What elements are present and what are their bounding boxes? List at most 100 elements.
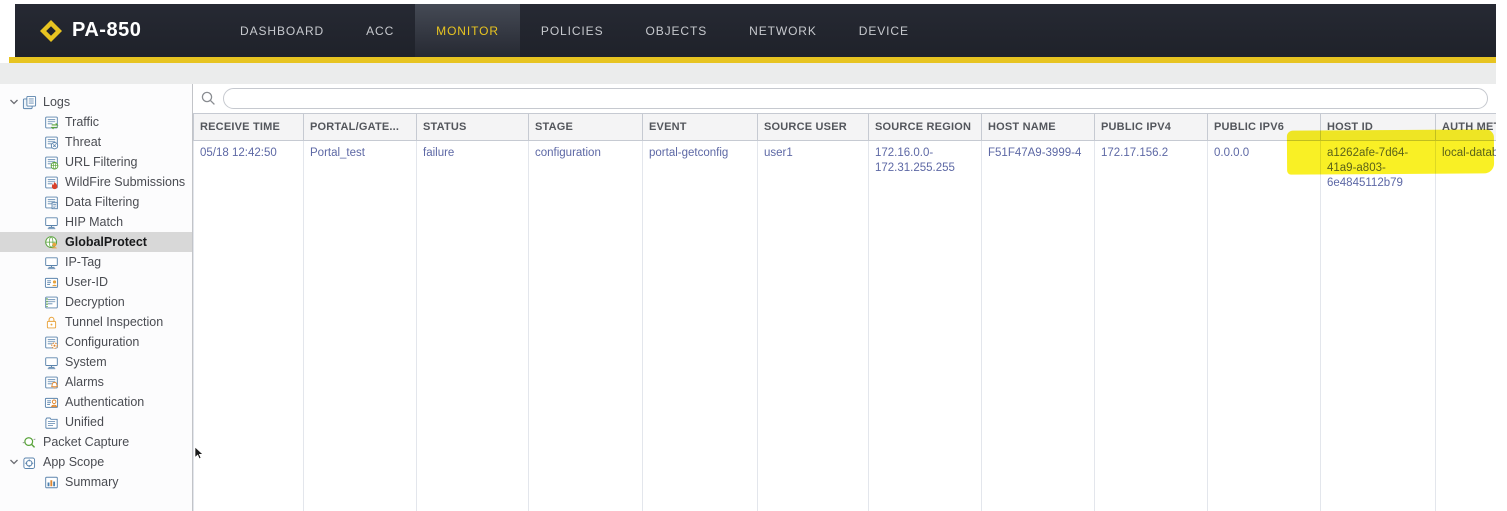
log-cell[interactable]: F51F47A9-3999-4 <box>982 141 1095 511</box>
sidebar-item-label: Threat <box>65 135 101 149</box>
log-cell[interactable]: portal-getconfig <box>643 141 758 511</box>
page: PA-850 DASHBOARDACCMONITORPOLICIESOBJECT… <box>0 0 1507 511</box>
configuration-icon <box>44 334 60 350</box>
column-header-source-region[interactable]: SOURCE REGION <box>869 114 982 141</box>
sidebar-item-tunnel-inspection[interactable]: Tunnel Inspection <box>0 312 192 332</box>
log-cell[interactable]: 0.0.0.0 <box>1208 141 1321 511</box>
sidebar-item-url-filtering[interactable]: URL Filtering <box>0 152 192 172</box>
url-filtering-icon <box>44 154 60 170</box>
sidebar-item-label: Logs <box>43 95 70 109</box>
column-header-status[interactable]: STATUS <box>417 114 529 141</box>
log-cell[interactable]: 172.17.156.2 <box>1095 141 1208 511</box>
content: Logs Traffic Threat URL Filtering WildFire S… <box>0 84 1496 511</box>
log-cell[interactable]: 172.16.0.0-172.31.255.255 <box>869 141 982 511</box>
logs-icon <box>22 94 38 110</box>
search-icon <box>200 90 217 107</box>
sidebar-item-label: HIP Match <box>65 215 123 229</box>
nav-item-network[interactable]: NETWORK <box>728 4 838 57</box>
sidebar-item-traffic[interactable]: Traffic <box>0 112 192 132</box>
log-cell[interactable]: local-database <box>1436 141 1497 511</box>
sidebar-item-configuration[interactable]: Configuration <box>0 332 192 352</box>
sidebar-item-packet-capture[interactable]: Packet Capture <box>0 432 192 452</box>
sidebar-item-label: Summary <box>65 475 118 489</box>
sidebar-item-label: Configuration <box>65 335 139 349</box>
chevron-down-icon[interactable] <box>6 457 22 467</box>
log-cell[interactable]: user1 <box>758 141 869 511</box>
log-table-body: 05/18 12:42:50Portal_testfailureconfigur… <box>194 141 1497 511</box>
alarms-icon <box>44 374 60 390</box>
sidebar-item-label: Tunnel Inspection <box>65 315 163 329</box>
sidebar-item-wildfire-submissions[interactable]: WildFire Submissions <box>0 172 192 192</box>
column-header-event[interactable]: EVENT <box>643 114 758 141</box>
nav-item-monitor[interactable]: MONITOR <box>415 4 520 57</box>
authentication-icon <box>44 394 60 410</box>
log-filter-input[interactable] <box>223 88 1488 109</box>
device-model-label: PA-850 <box>72 19 141 42</box>
sidebar-item-label: URL Filtering <box>65 155 137 169</box>
log-cell[interactable]: a1262afe-7d64-41a9-a803-6e4845112b79 <box>1321 141 1436 511</box>
column-header-portal-gate-[interactable]: PORTAL/GATE... <box>304 114 417 141</box>
column-header-host-id[interactable]: HOST ID <box>1321 114 1436 141</box>
sidebar-item-label: WildFire Submissions <box>65 175 185 189</box>
device-logo: PA-850 <box>39 19 167 43</box>
log-cell[interactable]: 05/18 12:42:50 <box>194 141 304 511</box>
toolbar-band <box>0 63 1496 84</box>
sidebar-item-label: App Scope <box>43 455 104 469</box>
sidebar-item-label: User-ID <box>65 275 108 289</box>
top-navigation-bar: PA-850 DASHBOARDACCMONITORPOLICIESOBJECT… <box>15 4 1496 57</box>
column-header-public-ipv4[interactable]: PUBLIC IPV4 <box>1095 114 1208 141</box>
sidebar-item-label: Packet Capture <box>43 435 129 449</box>
sidebar-item-threat[interactable]: Threat <box>0 132 192 152</box>
nav-item-dashboard[interactable]: DASHBOARD <box>219 4 345 57</box>
column-header-public-ipv6[interactable]: PUBLIC IPV6 <box>1208 114 1321 141</box>
sidebar-item-alarms[interactable]: Alarms <box>0 372 192 392</box>
chevron-down-icon[interactable] <box>6 97 22 107</box>
sidebar-item-user-id[interactable]: User-ID <box>0 272 192 292</box>
column-header-source-user[interactable]: SOURCE USER <box>758 114 869 141</box>
log-row: 05/18 12:42:50Portal_testfailureconfigur… <box>194 141 1497 511</box>
palo-alto-logo-icon <box>39 19 63 43</box>
sidebar-item-label: Alarms <box>65 375 104 389</box>
sidebar-tree: Logs Traffic Threat URL Filtering WildFire S… <box>0 84 193 511</box>
log-cell[interactable]: Portal_test <box>304 141 417 511</box>
tunnel-inspection-icon <box>44 314 60 330</box>
sidebar-item-logs[interactable]: Logs <box>0 92 192 112</box>
log-cell[interactable]: configuration <box>529 141 643 511</box>
packet-capture-icon <box>22 434 38 450</box>
ip-tag-icon <box>44 254 60 270</box>
nav-item-acc[interactable]: ACC <box>345 4 415 57</box>
summary-icon <box>44 474 60 490</box>
sidebar-item-system[interactable]: System <box>0 352 192 372</box>
nav-item-device[interactable]: DEVICE <box>838 4 930 57</box>
sidebar-item-data-filtering[interactable]: Data Filtering <box>0 192 192 212</box>
sidebar-item-label: Traffic <box>65 115 99 129</box>
sidebar-item-unified[interactable]: Unified <box>0 412 192 432</box>
column-header-receive-time[interactable]: RECEIVE TIME <box>194 114 304 141</box>
sidebar-item-label: Decryption <box>65 295 125 309</box>
nav-item-objects[interactable]: OBJECTS <box>624 4 728 57</box>
column-header-host-name[interactable]: HOST NAME <box>982 114 1095 141</box>
app-scope-icon <box>22 454 38 470</box>
sidebar-item-label: IP-Tag <box>65 255 101 269</box>
sidebar-item-label: Unified <box>65 415 104 429</box>
nav-item-policies[interactable]: POLICIES <box>520 4 625 57</box>
log-cell[interactable]: failure <box>417 141 529 511</box>
hip-match-icon <box>44 214 60 230</box>
log-table-header-row: RECEIVE TIMEPORTAL/GATE...STATUSSTAGEEVE… <box>194 114 1497 141</box>
sidebar-item-ip-tag[interactable]: IP-Tag <box>0 252 192 272</box>
sidebar-item-app-scope[interactable]: App Scope <box>0 452 192 472</box>
column-header-stage[interactable]: STAGE <box>529 114 643 141</box>
threat-icon <box>44 134 60 150</box>
main-panel: RECEIVE TIMEPORTAL/GATE...STATUSSTAGEEVE… <box>193 84 1496 511</box>
sidebar-item-decryption[interactable]: Decryption <box>0 292 192 312</box>
decryption-icon <box>44 294 60 310</box>
sidebar-item-summary[interactable]: Summary <box>0 472 192 492</box>
sidebar-item-hip-match[interactable]: HIP Match <box>0 212 192 232</box>
log-filter-bar <box>193 84 1496 113</box>
wildfire-icon <box>44 174 60 190</box>
primary-nav: DASHBOARDACCMONITORPOLICIESOBJECTSNETWOR… <box>219 4 930 57</box>
sidebar-item-authentication[interactable]: Authentication <box>0 392 192 412</box>
system-icon <box>44 354 60 370</box>
column-header-auth-method[interactable]: AUTH METHOD <box>1436 114 1497 141</box>
sidebar-item-globalprotect[interactable]: GlobalProtect <box>0 232 192 252</box>
